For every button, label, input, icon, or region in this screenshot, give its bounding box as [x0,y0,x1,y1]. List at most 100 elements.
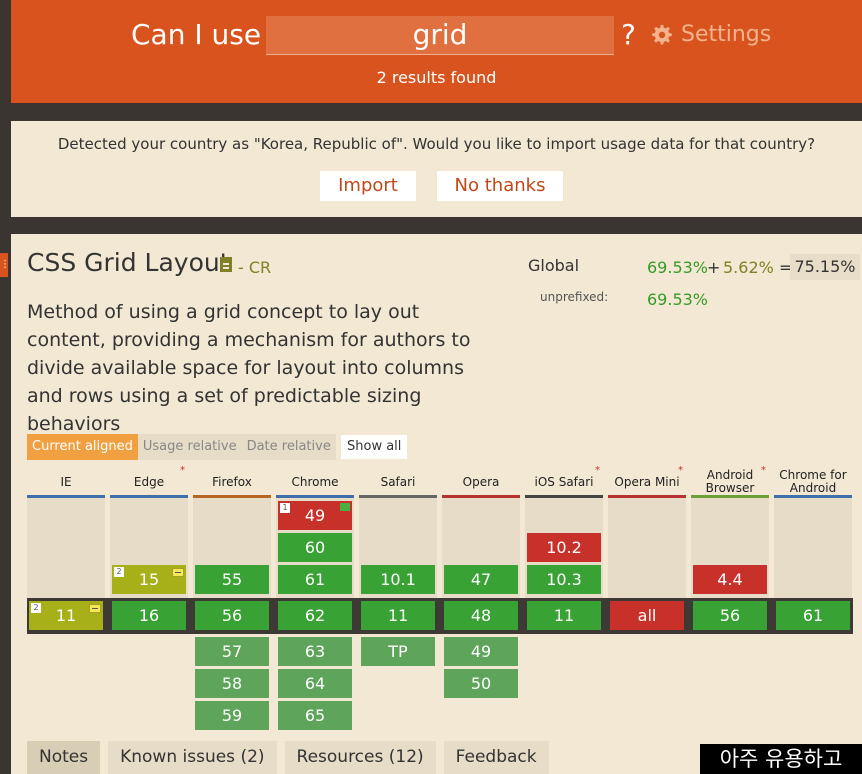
document-icon[interactable] [220,257,232,272]
version-cell-firefox-59[interactable]: 59 [195,701,269,730]
browser-name: Android Browser [705,468,755,495]
browser-name: Opera Mini [614,474,680,489]
version-cell-ios-11[interactable]: 11 [527,601,601,630]
version-cell-opera-mini-all[interactable]: all [610,601,684,630]
feature-side-tab[interactable]: ⋮ [0,253,10,277]
version-cell-firefox-58[interactable]: 58 [195,669,269,698]
version-cell-safari-tp[interactable]: TP [361,637,435,666]
version-cell-firefox-57[interactable]: 57 [195,637,269,666]
flag-icon [89,604,101,613]
version-cell-chrome-65[interactable]: 65 [278,701,352,730]
chrome-android-past-column [774,498,852,598]
unprefixed-value: 69.53% [647,290,709,309]
version-cell-chrome-64[interactable]: 64 [278,669,352,698]
version-cell-android-4-4[interactable]: 4.4 [693,565,767,594]
feature-title[interactable]: CSS Grid Layout [27,248,230,277]
browser-header-opera[interactable]: Opera [442,466,520,498]
version-cell-ios-10-3[interactable]: 10.3 [527,565,601,594]
version-cell-edge-15[interactable]: 2 15 [112,565,186,594]
results-count: 2 results found [376,68,497,87]
version-cell-safari-10-1[interactable]: 10.1 [361,565,435,594]
flag-icon [172,568,184,577]
import-button[interactable]: Import [320,171,416,201]
global-total: 75.15% [790,254,860,280]
global-label: Global [528,256,580,275]
version-cell-chrome-61[interactable]: 61 [278,565,352,594]
tab-current-aligned[interactable]: Current aligned [27,434,138,460]
asterisk-marker: * [761,465,766,476]
browser-name: Chrome for Android [779,468,847,495]
version-cell-opera-50[interactable]: 50 [444,669,518,698]
version-cell-chrome-62[interactable]: 62 [278,601,352,630]
asterisk-marker: * [595,465,600,476]
browser-name: Opera [462,474,500,489]
spec-status: - CR [238,258,272,277]
note-marker: 1 [280,503,290,513]
tab-usage-relative[interactable]: Usage relative [137,434,242,460]
caption-overlay: 아주 유용하고 [700,744,862,774]
country-notice: Detected your country as "Korea, Republi… [11,121,862,217]
browser-header-ie[interactable]: IE [27,466,105,498]
version-cell-ie-11[interactable]: 2 11 [29,601,103,630]
browser-header-safari[interactable]: Safari [359,466,437,498]
flag-icon [340,503,350,511]
browser-name: Edge [133,474,165,489]
asterisk-marker: * [180,465,185,476]
brand-title: Can I use [131,18,262,51]
note-marker: 2 [31,603,41,613]
global-partial: 5.62% [723,258,774,277]
settings-label[interactable]: Settings [681,22,771,47]
info-tabs: Notes Known issues (2) Resources (12) Fe… [27,741,557,774]
browser-name: IE [60,474,72,489]
browser-header-chrome-android[interactable]: Chrome for Android [774,466,852,498]
show-all-button[interactable]: Show all [341,435,408,459]
feature-description: Method of using a grid concept to lay ou… [27,301,471,435]
settings-button[interactable]: Settings [651,22,771,47]
help-button[interactable]: ? [621,18,636,51]
version-cell-chrome-android-61[interactable]: 61 [776,601,850,630]
opera-mini-past-column [608,498,686,598]
version-cell-android-56[interactable]: 56 [693,601,767,630]
note-marker: 2 [114,567,124,577]
no-thanks-button[interactable]: No thanks [437,171,563,201]
version-cell-firefox-56[interactable]: 56 [195,601,269,630]
global-supported: 69.53% [647,258,709,277]
browser-name: Firefox [212,474,252,489]
browser-header-android-browser[interactable]: Android Browser * [691,465,769,498]
search-value[interactable]: grid [266,16,614,54]
version-cell-chrome-60[interactable]: 60 [278,533,352,562]
browser-header-firefox[interactable]: Firefox [193,466,271,498]
version-label: 15 [138,570,160,589]
version-label: 11 [55,606,77,625]
version-cell-opera-48[interactable]: 48 [444,601,518,630]
site-header: Can I use grid ? Settings 2 results foun… [11,0,862,103]
browser-header-opera-mini[interactable]: Opera Mini * [608,465,686,498]
version-cell-firefox-55[interactable]: 55 [195,565,269,594]
version-cell-edge-16[interactable]: 16 [112,601,186,630]
version-cell-ios-10-2[interactable]: 10.2 [527,533,601,562]
version-cell-chrome-49[interactable]: 1 49 [278,501,352,530]
browser-name: Safari [380,474,416,489]
gear-icon [652,24,672,45]
tab-feedback[interactable]: Feedback [443,741,549,774]
version-cell-opera-47[interactable]: 47 [444,565,518,594]
version-cell-chrome-63[interactable]: 63 [278,637,352,666]
version-cell-opera-49[interactable]: 49 [444,637,518,666]
tab-notes[interactable]: Notes [27,741,101,774]
plus-sign: + [707,258,721,277]
ie-past-column [27,498,105,598]
feature-panel: CSS Grid Layout - CR Global 69.53% + 5.6… [11,234,862,774]
view-mode-tabs: Current aligned Usage relative Date rela… [27,434,336,460]
version-cell-safari-11[interactable]: 11 [361,601,435,630]
version-label: 49 [304,506,326,525]
tab-date-relative[interactable]: Date relative [241,434,336,460]
unprefixed-label: unprefixed: [540,290,609,304]
tab-known-issues[interactable]: Known issues (2) [108,741,277,774]
browser-header-edge[interactable]: Edge * [110,465,188,498]
browser-header-ios-safari[interactable]: iOS Safari * [525,465,603,498]
browser-header-chrome[interactable]: Chrome [276,466,354,498]
search-input[interactable]: grid [266,16,614,55]
browser-name: Chrome [291,474,339,489]
tab-resources[interactable]: Resources (12) [284,741,436,774]
notice-text: Detected your country as "Korea, Republi… [57,135,816,153]
